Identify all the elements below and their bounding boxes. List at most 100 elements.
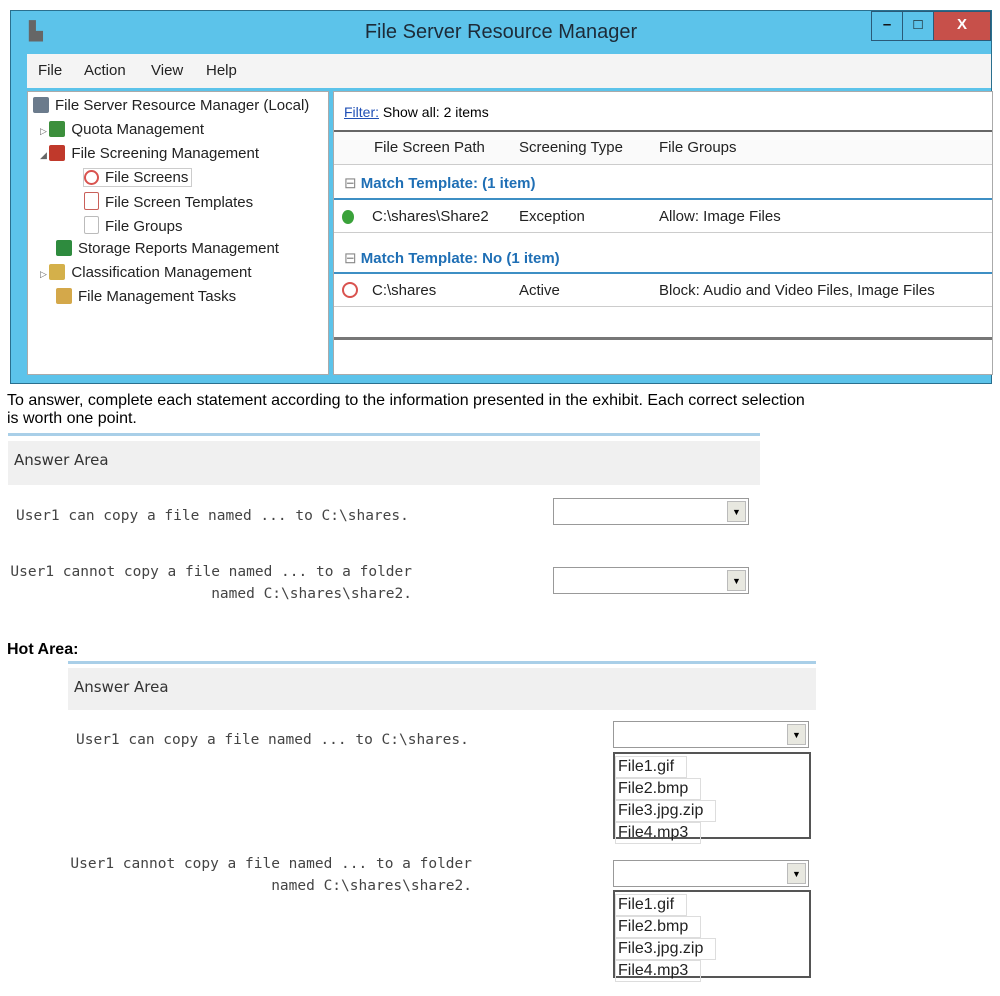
row-path: C:\shares [372,282,437,299]
option-file4-mp3[interactable]: File4.mp3 [615,822,702,844]
statement-2-line-2: named C:\shares\share2. [271,878,472,894]
expand-icon[interactable]: ▷ [40,126,49,136]
tree-item-quota-management[interactable]: ▷ Quota Management [40,121,204,138]
reports-icon [56,240,72,256]
answer-area-header: Answer Area [8,441,760,485]
file-screen-icon [84,170,99,185]
row-path: C:\shares\Share2 [372,208,489,225]
tree-label: File Groups [105,218,183,235]
answer-1-dropdown[interactable]: ▼ [553,498,749,525]
hot-area-divider [68,661,816,664]
hot-statement-2: User1 cannot copy a file named ... to a … [70,853,472,897]
exception-icon [342,210,354,224]
filter-link[interactable]: Filter: [344,104,379,120]
pane-divider [334,337,992,340]
close-button[interactable]: X [933,11,991,41]
expand-icon[interactable]: ▷ [40,269,49,279]
row-type: Active [519,282,560,299]
collapse-icon[interactable]: ⊟ [344,175,361,192]
tasks-icon [56,288,72,304]
menu-bar: File Action View Help [27,54,991,88]
classification-icon [49,264,66,280]
tree-label: Storage Reports Management [78,240,279,257]
tree-label: File Screening Management [71,145,260,162]
statement-1: User1 can copy a file named ... to C:\sh… [16,508,409,524]
option-file1-gif[interactable]: File1.gif [615,894,688,916]
hot-answer-1-options: File1.gif File2.bmp File3.jpg.zip File4.… [613,752,811,844]
option-file3-jpg-zip[interactable]: File3.jpg.zip [615,938,717,960]
quota-icon [49,121,66,137]
tree-item-fsrm-local[interactable]: File Server Resource Manager (Local) [33,97,309,114]
tree-item-file-groups[interactable]: File Groups [84,216,183,235]
file-screens-pane: Filter: Show all: 2 items File Screen Pa… [333,91,993,375]
row-groups: Allow: Image Files [659,208,781,225]
column-file-screen-path[interactable]: File Screen Path [374,139,485,156]
block-icon [342,282,358,298]
maximize-button[interactable]: □ [902,11,934,41]
statement-2-line-1: User1 cannot copy a file named ... to a … [10,564,412,580]
minimize-button[interactable]: – [871,11,903,41]
column-header-row: File Screen Path Screening Type File Gro… [334,130,992,165]
answer-2-dropdown[interactable]: ▼ [553,567,749,594]
group-header-match-template-no[interactable]: ⊟ Match Template: No (1 item) [344,249,560,267]
hot-answer-1-dropdown[interactable]: ▼ [613,721,809,748]
menu-file[interactable]: File [38,62,62,79]
group-title: Match Template: (1 item) [360,175,536,192]
menu-action[interactable]: Action [84,62,126,79]
group-title: Match Template: No (1 item) [360,250,560,267]
template-icon [84,192,99,210]
statement-2-line-2: named C:\shares\share2. [211,586,412,602]
option-file1-gif[interactable]: File1.gif [615,756,688,778]
collapse-icon[interactable]: ⊟ [344,250,361,267]
chevron-down-icon[interactable]: ▼ [727,570,746,591]
option-file2-bmp[interactable]: File2.bmp [615,778,702,800]
navigation-tree: File Server Resource Manager (Local) ▷ Q… [27,91,329,375]
server-icon [33,97,49,113]
chevron-down-icon[interactable]: ▼ [787,724,806,745]
title-bar: ▙ File Server Resource Manager – □ X [11,11,991,53]
hot-answer-2-dropdown[interactable]: ▼ [613,860,809,887]
tree-item-file-screening-management[interactable]: ◢ File Screening Management [40,145,259,162]
answer-area-divider [8,433,760,436]
tree-item-file-management-tasks[interactable]: File Management Tasks [56,288,236,305]
filter-bar: Filter: Show all: 2 items [344,104,489,120]
option-file4-mp3[interactable]: File4.mp3 [615,960,702,982]
option-file2-bmp[interactable]: File2.bmp [615,916,702,938]
column-screening-type[interactable]: Screening Type [519,139,623,156]
fsrm-window: ▙ File Server Resource Manager – □ X Fil… [10,10,993,384]
row-type: Exception [519,208,585,225]
tree-item-classification[interactable]: ▷ Classification Management [40,264,252,281]
table-row[interactable]: C:\shares Active Block: Audio and Video … [334,276,992,307]
hot-area-label: Hot Area: [7,641,79,658]
tree-label: File Management Tasks [78,288,237,305]
tree-item-file-screen-templates[interactable]: File Screen Templates [84,192,253,211]
menu-help[interactable]: Help [206,62,237,79]
tree-label: File Server Resource Manager (Local) [55,97,310,114]
filter-text: Show all: 2 items [382,104,489,120]
tree-item-storage-reports[interactable]: Storage Reports Management [56,240,279,257]
group-header-match-template[interactable]: ⊟ Match Template: (1 item) [344,174,536,192]
instructions-text: To answer, complete each statement accor… [7,392,805,427]
tree-label: File Screen Templates [105,194,254,211]
file-screening-icon [49,145,66,161]
column-file-groups[interactable]: File Groups [659,139,737,156]
group-divider [334,272,992,274]
statement-2-line-1: User1 cannot copy a file named ... to a … [70,856,472,872]
tree-label: Quota Management [71,121,205,138]
row-groups: Block: Audio and Video Files, Image File… [659,282,935,299]
tree-label: File Screens [105,169,189,186]
group-divider [334,198,992,200]
table-row[interactable]: C:\shares\Share2 Exception Allow: Image … [334,202,992,233]
statement-2: User1 cannot copy a file named ... to a … [10,561,412,605]
tree-label: Classification Management [71,264,252,281]
hot-statement-1: User1 can copy a file named ... to C:\sh… [76,732,469,748]
option-file3-jpg-zip[interactable]: File3.jpg.zip [615,800,717,822]
chevron-down-icon[interactable]: ▼ [787,863,806,884]
window-title: File Server Resource Manager [364,21,638,43]
hot-answer-2-options: File1.gif File2.bmp File3.jpg.zip File4.… [613,890,811,982]
chevron-down-icon[interactable]: ▼ [727,501,746,522]
tree-item-file-screens[interactable]: File Screens [83,168,193,187]
collapse-icon[interactable]: ◢ [40,150,49,160]
file-icon [84,216,99,234]
menu-view[interactable]: View [151,62,183,79]
